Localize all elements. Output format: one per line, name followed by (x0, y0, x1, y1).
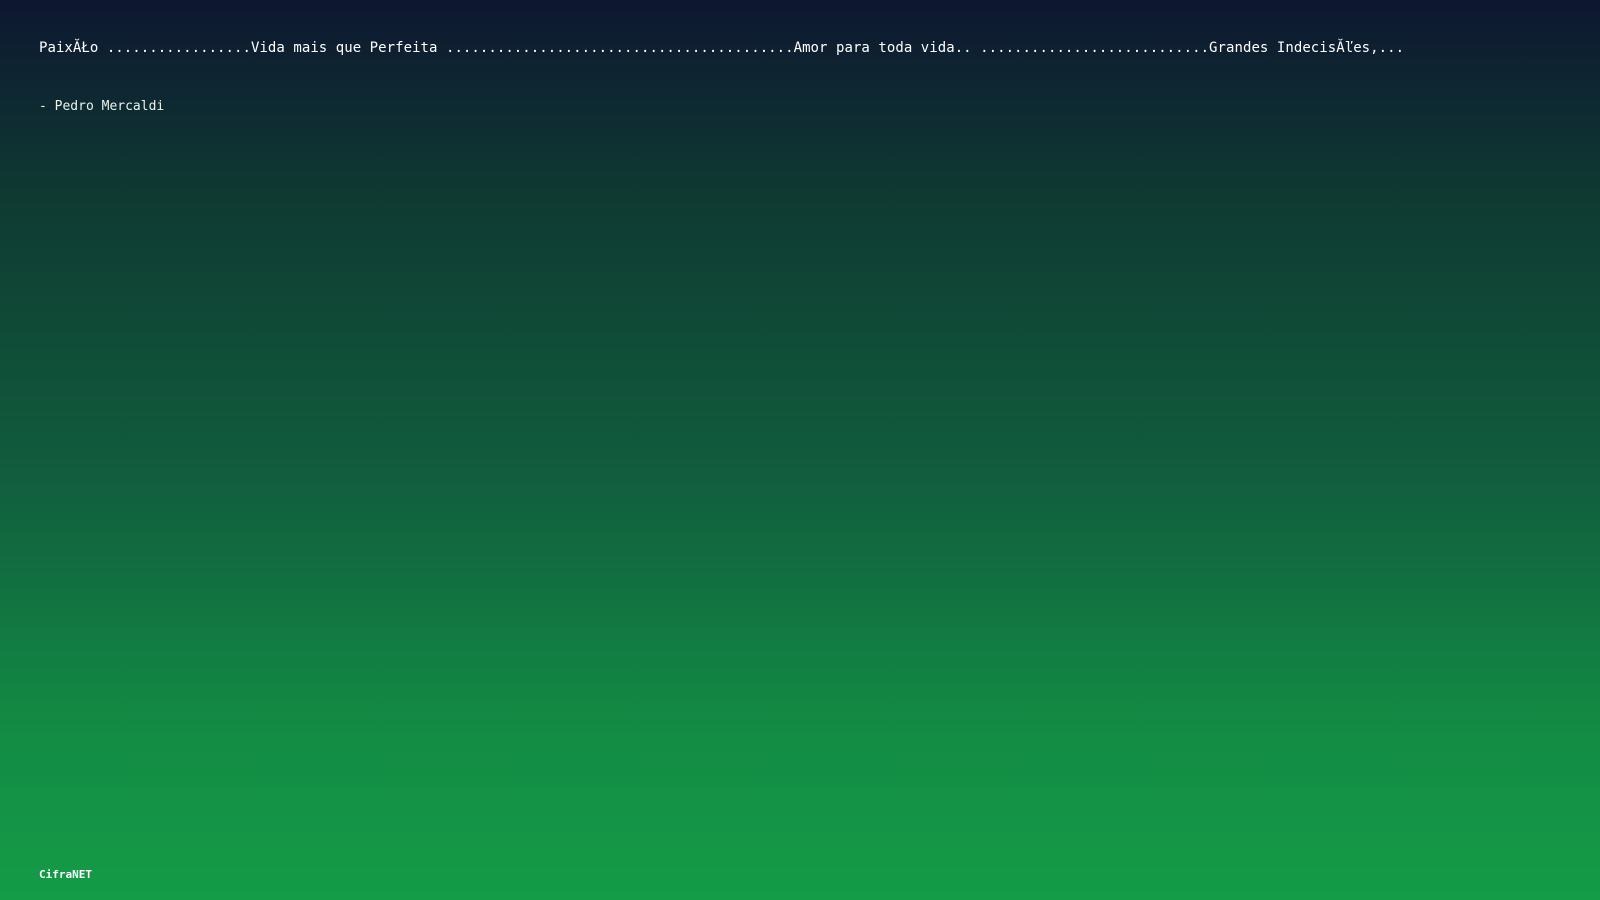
quote-text: PaixĂŁo .................Vida mais que P… (39, 40, 1405, 56)
brand-label: CifraNET (39, 868, 92, 881)
quote-author: - Pedro Mercaldi (39, 99, 165, 114)
